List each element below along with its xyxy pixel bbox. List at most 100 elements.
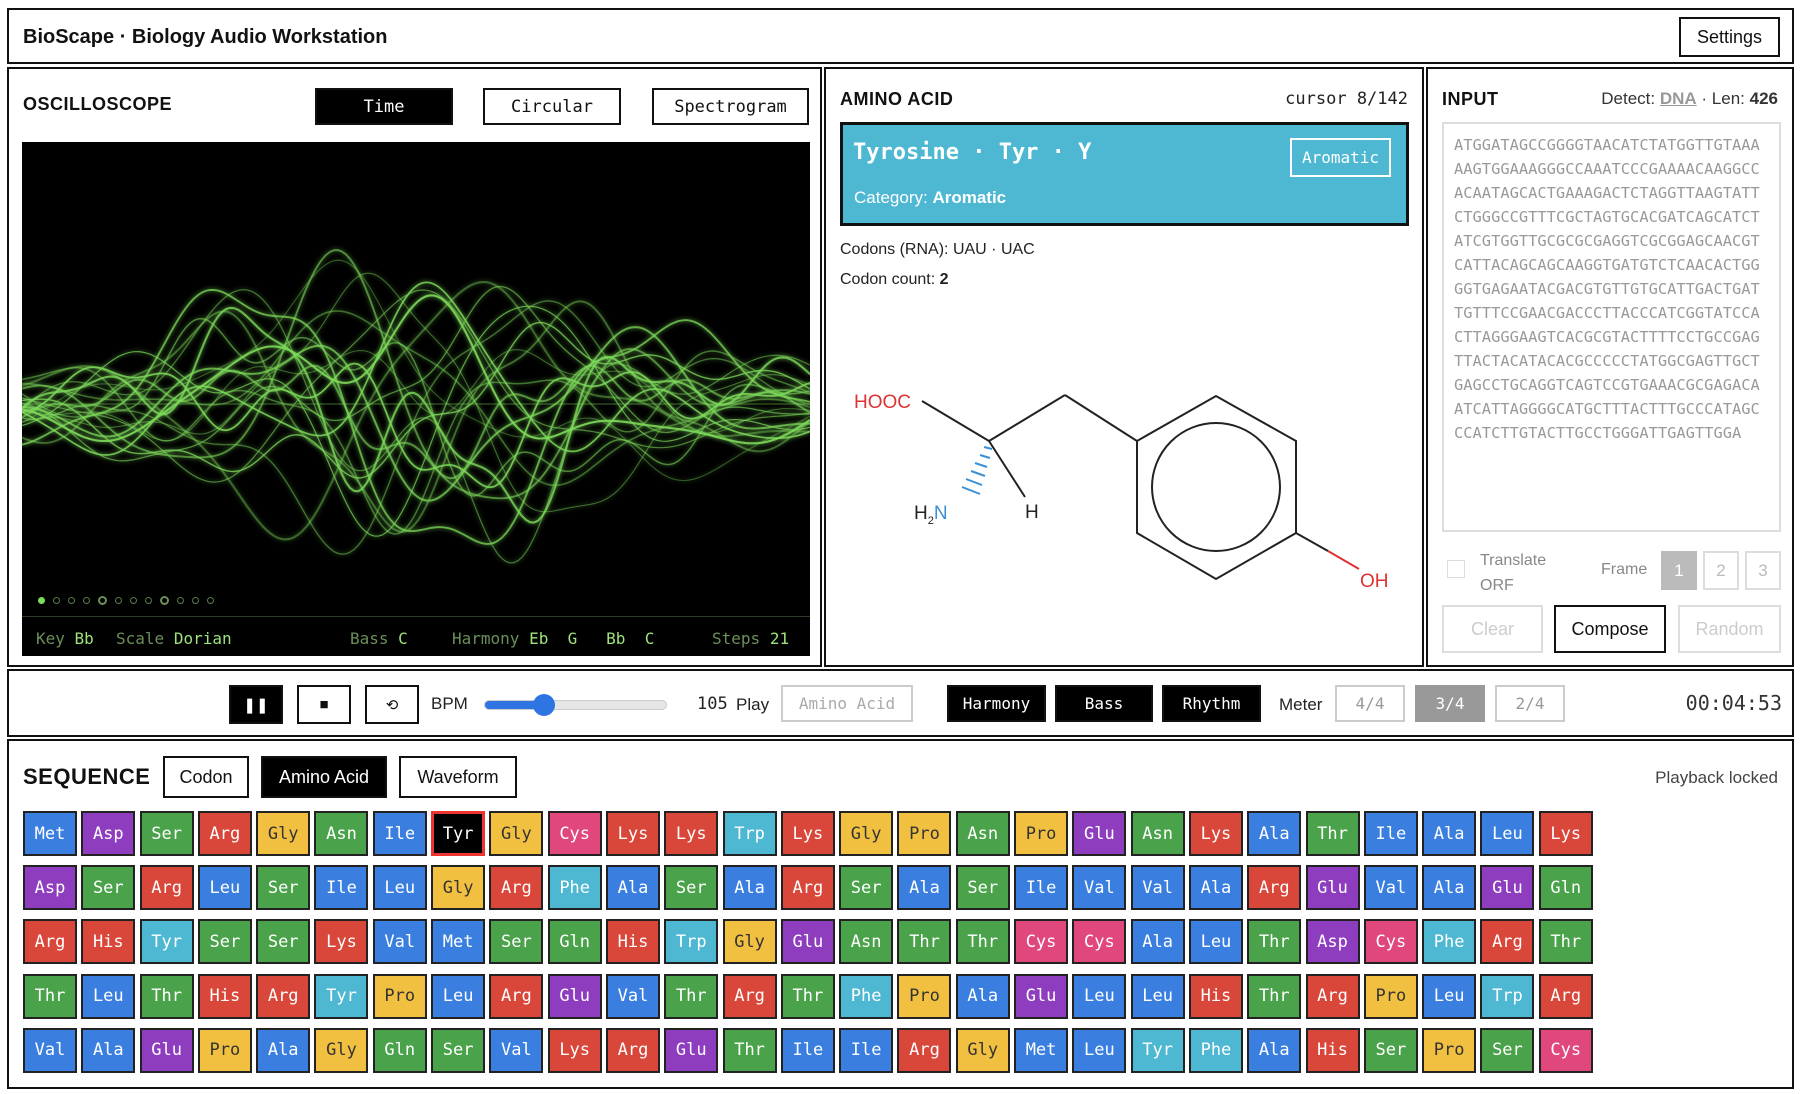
residue-cell[interactable]: Tyr bbox=[1130, 1027, 1185, 1073]
view-amino-acid-button[interactable]: Amino Acid bbox=[261, 756, 387, 798]
clear-button[interactable]: Clear bbox=[1442, 605, 1543, 653]
loop-button[interactable]: ⟲ bbox=[365, 685, 419, 724]
residue-cell[interactable]: Cys bbox=[1072, 919, 1127, 965]
detect-type[interactable]: DNA bbox=[1660, 89, 1697, 108]
residue-cell[interactable]: Ser bbox=[1363, 1027, 1418, 1073]
residue-cell[interactable]: Arg bbox=[1305, 973, 1360, 1019]
residue-cell[interactable]: Cys bbox=[547, 811, 602, 856]
residue-cell[interactable]: His bbox=[197, 973, 252, 1019]
residue-cell[interactable]: Arg bbox=[1538, 973, 1593, 1019]
residue-cell[interactable]: Leu bbox=[1480, 811, 1535, 856]
residue-cell[interactable]: Gln bbox=[1538, 865, 1593, 911]
view-codon-button[interactable]: Codon bbox=[163, 756, 249, 798]
residue-cell[interactable]: Arg bbox=[1247, 865, 1302, 911]
residue-cell[interactable]: Pro bbox=[1363, 973, 1418, 1019]
bpm-slider-thumb[interactable] bbox=[533, 694, 556, 716]
residue-cell[interactable]: Thr bbox=[1247, 973, 1302, 1019]
stop-button[interactable]: ■ bbox=[297, 685, 351, 724]
residue-cell[interactable]: Val bbox=[605, 973, 660, 1019]
residue-cell[interactable]: Tyr bbox=[139, 919, 194, 965]
residue-cell[interactable]: Lys bbox=[1538, 811, 1593, 856]
residue-cell[interactable]: Glu bbox=[1014, 973, 1069, 1019]
residue-cell[interactable]: Ile bbox=[314, 865, 369, 911]
residue-cell[interactable]: Ala bbox=[1422, 865, 1477, 911]
residue-cell[interactable]: Ala bbox=[1422, 811, 1477, 856]
residue-cell[interactable]: Arg bbox=[139, 865, 194, 911]
residue-cell[interactable]: Arg bbox=[897, 1027, 952, 1073]
residue-cell[interactable]: Asn bbox=[314, 811, 369, 856]
residue-cell[interactable]: Lys bbox=[314, 919, 369, 965]
residue-cell[interactable]: Phe bbox=[1422, 919, 1477, 965]
compose-button[interactable]: Compose bbox=[1554, 605, 1666, 653]
residue-cell[interactable]: Ala bbox=[256, 1027, 311, 1073]
residue-cell[interactable]: Leu bbox=[1130, 973, 1185, 1019]
residue-cell[interactable]: Leu bbox=[431, 973, 486, 1019]
frame-2-button[interactable]: 2 bbox=[1703, 551, 1739, 590]
residue-cell[interactable]: Phe bbox=[1188, 1027, 1243, 1073]
residue-cell[interactable]: Pro bbox=[1422, 1027, 1477, 1073]
residue-cell[interactable]: Tyr bbox=[314, 973, 369, 1019]
residue-cell[interactable]: Glu bbox=[139, 1027, 194, 1073]
residue-cell[interactable]: Ile bbox=[839, 1027, 894, 1073]
residue-cell[interactable]: Thr bbox=[23, 973, 77, 1019]
mode-spectrogram-button[interactable]: Spectrogram bbox=[652, 88, 809, 125]
residue-cell[interactable]: Leu bbox=[1072, 973, 1127, 1019]
residue-cell[interactable]: Glu bbox=[1072, 811, 1127, 856]
mode-time-button[interactable]: Time bbox=[315, 88, 453, 125]
residue-cell[interactable]: Pro bbox=[197, 1027, 252, 1073]
residue-cell[interactable]: Ala bbox=[81, 1027, 136, 1073]
frame-3-button[interactable]: 3 bbox=[1745, 551, 1781, 590]
residue-cell[interactable]: Asp bbox=[1305, 919, 1360, 965]
residue-cell[interactable]: Arg bbox=[23, 919, 77, 965]
residue-cell[interactable]: Ser bbox=[664, 865, 719, 911]
residue-cell[interactable]: Asn bbox=[1130, 811, 1185, 856]
residue-cell[interactable]: Ala bbox=[722, 865, 777, 911]
residue-cell[interactable]: Trp bbox=[722, 811, 777, 856]
meter-3-4-button[interactable]: 3/4 bbox=[1415, 685, 1485, 722]
residue-cell[interactable]: Pro bbox=[1014, 811, 1069, 856]
residue-cell[interactable]: Tyr bbox=[431, 811, 486, 856]
residue-cell[interactable]: Leu bbox=[372, 865, 427, 911]
residue-cell[interactable]: His bbox=[605, 919, 660, 965]
residue-cell[interactable]: Pro bbox=[372, 973, 427, 1019]
residue-cell[interactable]: Lys bbox=[780, 811, 835, 856]
residue-cell[interactable]: Arg bbox=[256, 973, 311, 1019]
residue-cell[interactable]: Leu bbox=[197, 865, 252, 911]
residue-cell[interactable]: Leu bbox=[1188, 919, 1243, 965]
residue-cell[interactable]: Lys bbox=[1188, 811, 1243, 856]
residue-cell[interactable]: Arg bbox=[1480, 919, 1535, 965]
residue-cell[interactable]: Glu bbox=[780, 919, 835, 965]
harmony-toggle[interactable]: Harmony bbox=[947, 685, 1046, 722]
residue-cell[interactable]: Val bbox=[1363, 865, 1418, 911]
residue-cell[interactable]: Met bbox=[431, 919, 486, 965]
settings-button[interactable]: Settings bbox=[1679, 17, 1780, 57]
frame-1-button[interactable]: 1 bbox=[1661, 551, 1697, 590]
residue-cell[interactable]: His bbox=[1305, 1027, 1360, 1073]
residue-cell[interactable]: Phe bbox=[547, 865, 602, 911]
residue-cell[interactable]: Pro bbox=[897, 811, 952, 856]
residue-cell[interactable]: Asn bbox=[955, 811, 1010, 856]
oscilloscope-display[interactable]: Key Bb Scale Dorian Bass C Harmony Eb G … bbox=[22, 142, 810, 656]
residue-cell[interactable]: Ala bbox=[897, 865, 952, 911]
residue-cell[interactable]: Ser bbox=[431, 1027, 486, 1073]
residue-cell[interactable]: Ala bbox=[605, 865, 660, 911]
residue-cell[interactable]: Val bbox=[1130, 865, 1185, 911]
residue-cell[interactable]: Arg bbox=[605, 1027, 660, 1073]
residue-cell[interactable]: Ile bbox=[1363, 811, 1418, 856]
residue-cell[interactable]: Gly bbox=[722, 919, 777, 965]
residue-cell[interactable]: Ile bbox=[780, 1027, 835, 1073]
residue-cell[interactable]: Cys bbox=[1014, 919, 1069, 965]
residue-cell[interactable]: Arg bbox=[780, 865, 835, 911]
residue-cell[interactable]: Thr bbox=[1247, 919, 1302, 965]
residue-cell[interactable]: Arg bbox=[489, 973, 544, 1019]
residue-cell[interactable]: Gly bbox=[489, 811, 544, 856]
residue-cell[interactable]: Arg bbox=[489, 865, 544, 911]
residue-cell[interactable]: Met bbox=[1014, 1027, 1069, 1073]
residue-cell[interactable]: Phe bbox=[839, 973, 894, 1019]
residue-cell[interactable]: Gly bbox=[839, 811, 894, 856]
bpm-slider[interactable] bbox=[484, 700, 667, 710]
residue-cell[interactable]: Cys bbox=[1363, 919, 1418, 965]
residue-cell[interactable]: Ser bbox=[139, 811, 194, 856]
residue-cell[interactable]: Gly bbox=[256, 811, 311, 856]
residue-cell[interactable]: Thr bbox=[1305, 811, 1360, 856]
